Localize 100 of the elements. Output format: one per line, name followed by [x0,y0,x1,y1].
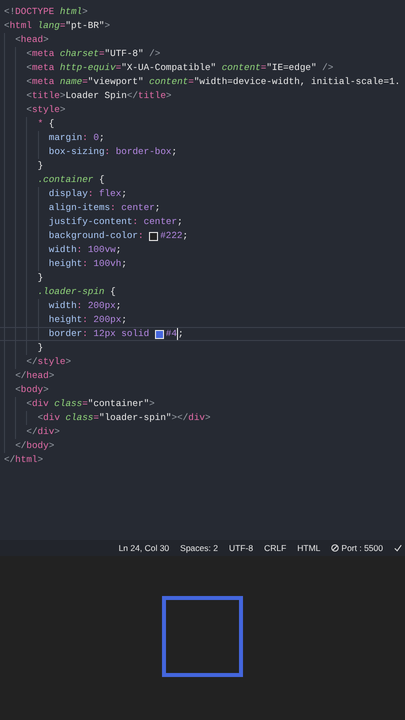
color-swatch-icon[interactable] [149,232,158,240]
code-token: center [120,201,155,215]
code-token: lang [36,19,60,33]
code-token: </ [26,355,38,369]
code-token: > [48,439,54,453]
code-token: /> [321,61,334,75]
code-token: /> [148,47,160,61]
code-token: < [26,89,32,103]
code-token: div [32,397,49,411]
code-token: > [149,397,155,411]
code-token: < [26,397,32,411]
code-token: DOCTYPE [15,5,54,19]
code-token: ; [116,243,122,257]
status-item[interactable]: Ln 24, Col 30 [118,543,170,553]
code-token: : [138,229,145,243]
code-token: "pt-BR" [65,19,104,33]
code-token: 0 [92,131,99,145]
code-token: flex [98,187,122,201]
code-token: : [82,313,88,327]
code-token: ; [182,229,188,243]
code-token: meta [32,75,54,89]
status-item[interactable]: HTML [297,543,320,553]
code-token: : [88,187,94,201]
code-token: : [76,243,82,257]
status-item[interactable]: CRLF [264,543,286,553]
port-status[interactable]: Port : 5500 [341,543,383,553]
code-token: = [60,19,66,33]
code-token: : [104,145,110,159]
code-token: ; [99,131,105,145]
code-token: > [43,33,49,47]
code-token: ; [172,145,178,159]
code-token: http-equiv [58,61,116,75]
code-token: : [82,131,88,145]
code-token: .loader-spin [38,285,105,299]
code-token: "viewport" [88,75,144,89]
code-token: align-items [48,201,110,215]
code-token: </ [26,425,38,439]
code-token: meta [32,61,54,75]
code-token: title [138,89,166,103]
code-token: 100vw [86,243,116,257]
code-token: = [93,411,99,425]
code-token: title [32,89,60,103]
code-token: justify-content [48,215,132,229]
code-token: < [26,75,32,89]
code-token: } [38,271,44,285]
code-token: "width=device-width, initial-scale=1. [194,75,400,89]
code-token: < [26,47,32,61]
code-token: content [220,61,261,75]
code-token: : [82,327,88,341]
code-token: #222 [160,229,183,243]
code-token: html [15,453,38,467]
code-token: height [48,313,82,327]
code-token: #4 [166,327,177,341]
code-token: </ [15,439,26,453]
code-token: content [148,75,188,89]
code-token: > [205,411,211,425]
code-token: = [82,397,88,411]
code-token: ; [178,327,184,341]
code-token: } [38,341,44,355]
code-token: </ [4,453,16,467]
code-token: ; [116,299,122,313]
code-token: width [48,243,77,257]
code-token: > [54,425,60,439]
code-token: Loader Spin [65,89,127,103]
code-token: background-color [48,229,138,243]
code-token: html [58,5,82,19]
code-token: : [132,215,138,229]
code-token: charset [58,47,99,61]
no-entry-icon [331,544,340,552]
color-swatch-icon[interactable] [154,330,164,338]
code-token: < [15,33,21,47]
code-token: > [65,355,72,369]
code-token: < [38,411,44,425]
code-token: > [48,369,54,383]
code-token: 12px solid [92,327,150,341]
code-token: style [32,103,60,117]
check-icon[interactable] [394,544,402,552]
code-token: ; [121,313,127,327]
code-token: < [26,103,32,117]
code-token: box-sizing [48,145,105,159]
code-token: "container" [88,397,150,411]
code-token: < [15,383,21,397]
code-token: = [260,61,266,75]
code-token: > [166,89,172,103]
code-token: margin [48,131,82,145]
code-token: class [64,411,94,425]
status-item[interactable]: UTF-8 [228,543,254,553]
code-token: 200px [92,313,122,327]
code-token: } [38,159,44,173]
status-item[interactable]: Spaces: 2 [180,543,218,553]
code-token: > [60,103,66,117]
code-token: .container [38,173,94,187]
code-token: : [76,299,82,313]
code-token: div [188,411,206,425]
code-token: * [38,117,44,131]
code-token: = [188,75,194,89]
code-token: center [142,215,178,229]
code-token: = [98,47,105,61]
code-token: ; [177,215,183,229]
code-token: <! [4,5,16,19]
